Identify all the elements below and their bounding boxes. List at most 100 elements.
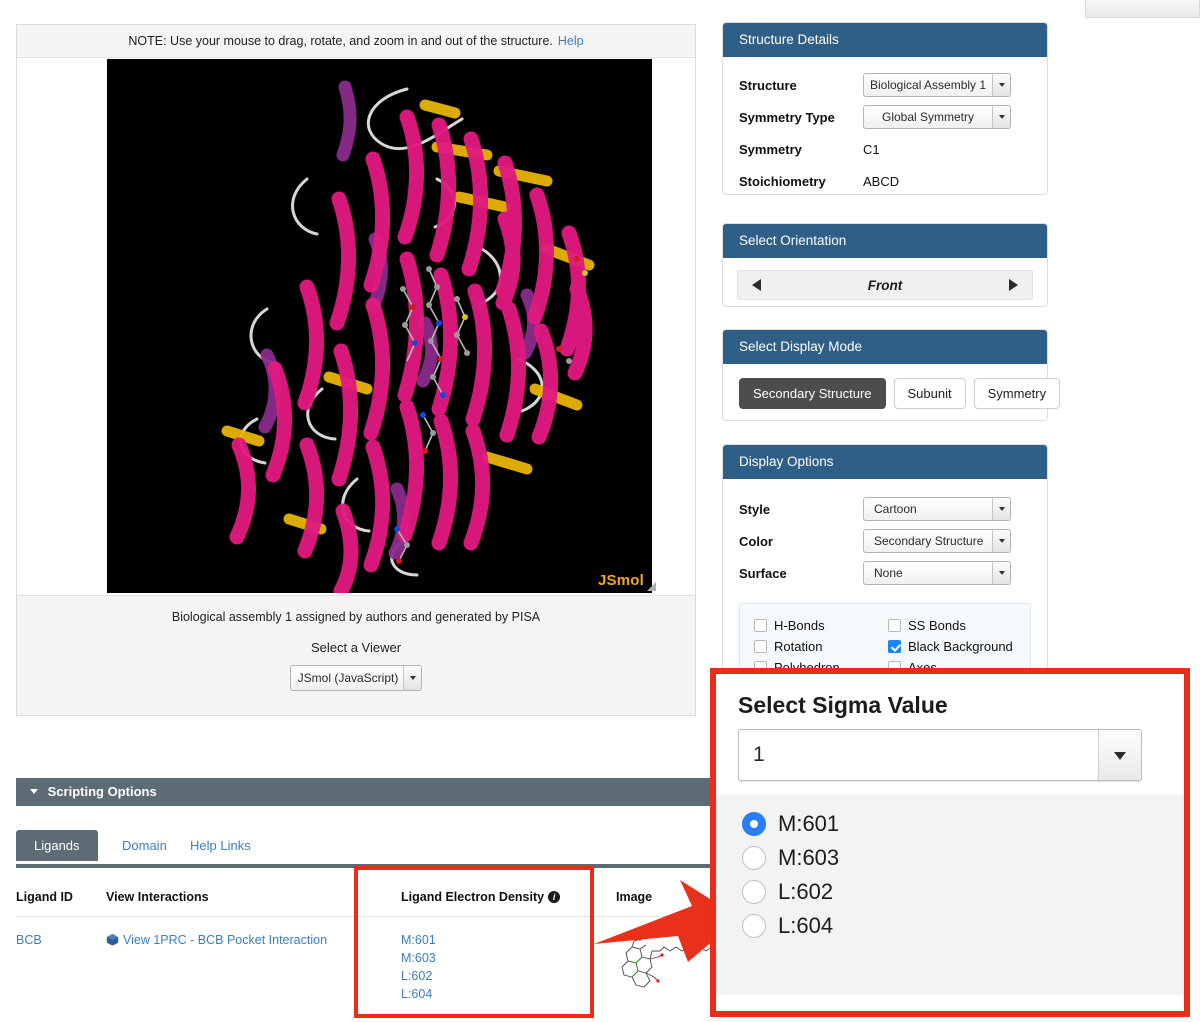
structure-select[interactable]: Biological Assembly 1 [863, 73, 1011, 97]
scripting-options-bar[interactable]: Scripting Options [16, 778, 760, 806]
symmetry-label: Symmetry [739, 141, 802, 157]
radio-option-m603[interactable]: M:603 [742, 845, 1184, 871]
stoichiometry-row: Stoichiometry ABCD [739, 167, 1031, 195]
select-orientation-header: Select Orientation [723, 224, 1047, 258]
electron-density-link-l602[interactable]: L:602 [401, 969, 432, 983]
structure-details-panel: Structure Details Structure Biological A… [722, 22, 1048, 195]
tab-domain[interactable]: Domain [116, 830, 173, 861]
display-mode-subunit-button[interactable]: Subunit [893, 378, 966, 409]
structure-row: Structure Biological Assembly 1 [739, 71, 1031, 99]
radio-option-l602[interactable]: L:602 [742, 879, 1184, 905]
chevron-down-icon [30, 789, 38, 794]
select-viewer-label: Select a Viewer [310, 640, 402, 655]
checkbox-h-bonds-label: H-Bonds [774, 618, 825, 633]
structure-details-header: Structure Details [723, 23, 1047, 57]
display-mode-secondary-structure-button[interactable]: Secondary Structure [739, 378, 886, 409]
cell-view-interactions: View 1PRC - BCB Pocket Interaction [106, 933, 401, 1005]
radio-option-m601-label: M:601 [778, 811, 840, 836]
viewer-help-link[interactable]: Help [558, 34, 584, 48]
orientation-current-value: Front [867, 277, 903, 293]
style-row: Style Cartoon [739, 493, 1031, 525]
info-icon[interactable]: i [548, 891, 561, 903]
checkbox-ss-bonds[interactable]: SS Bonds [888, 618, 1020, 633]
style-select[interactable]: Cartoon [863, 497, 1011, 521]
sigma-value-select[interactable]: 1 [738, 729, 1142, 781]
ligand-id-link[interactable]: BCB [16, 933, 42, 947]
radio-option-l604[interactable]: L:604 [742, 913, 1184, 939]
checkbox-icon[interactable] [754, 619, 767, 632]
viewer-resize-handle[interactable] [646, 581, 656, 591]
pocket-interaction-link[interactable]: View 1PRC - BCB Pocket Interaction [123, 933, 327, 947]
symmetry-type-select[interactable]: Global Symmetry [863, 105, 1011, 129]
chevron-down-icon [1098, 730, 1141, 780]
jsmol-watermark: JSmol [597, 572, 644, 589]
checkbox-checked-icon[interactable] [888, 640, 901, 653]
chevron-down-icon [992, 106, 1010, 128]
structure-label: Structure [739, 77, 797, 93]
style-select-value: Cartoon [874, 502, 917, 516]
surface-label: Surface [739, 565, 787, 581]
orientation-prev-arrow-icon[interactable] [752, 279, 761, 291]
column-header-ligand-id: Ligand ID [16, 890, 73, 904]
stoichiometry-label: Stoichiometry [739, 173, 826, 189]
checkbox-rotation[interactable]: Rotation [754, 639, 888, 654]
ligand-tabs: Ligands Domain Help Links [16, 822, 760, 870]
top-right-partial-control [1085, 0, 1200, 18]
ligand-table-header-row: Ligand ID View Interactions Ligand Elect… [16, 876, 760, 917]
symmetry-type-select-value: Global Symmetry [881, 110, 975, 124]
sigma-ligand-radio-list: M:601 M:603 L:602 L:604 [716, 795, 1184, 995]
surface-select-value: None [874, 566, 903, 580]
checkbox-h-bonds[interactable]: H-Bonds [754, 618, 888, 633]
radio-icon[interactable] [742, 914, 766, 938]
stoichiometry-value: ABCD [863, 173, 900, 189]
tabs-underline [16, 864, 760, 868]
scripting-options-label: Scripting Options [47, 784, 157, 799]
display-mode-buttons: Secondary Structure Subunit Symmetry [723, 364, 1061, 425]
radio-selected-icon[interactable] [742, 812, 766, 836]
symmetry-value: C1 [863, 141, 880, 157]
jsmol-3d-canvas[interactable]: JSmol [107, 59, 652, 593]
checkbox-icon[interactable] [888, 619, 901, 632]
symmetry-type-row: Symmetry Type Global Symmetry [739, 103, 1031, 131]
checkbox-icon[interactable] [754, 640, 767, 653]
select-sigma-value-popup: Select Sigma Value 1 M:601 M:603 L:602 L… [710, 668, 1190, 1017]
cell-ligand-id: BCB [16, 933, 106, 1005]
column-header-ligand-electron-density: Ligand Electron Density i [401, 890, 616, 904]
color-select[interactable]: Secondary Structure [863, 529, 1011, 553]
display-options-header: Display Options [723, 445, 1047, 479]
viewer-select[interactable]: JSmol (JavaScript) [290, 665, 422, 691]
display-options-panel: Display Options Style Cartoon Color Seco… [722, 444, 1048, 694]
sigma-popup-top: Select Sigma Value 1 [716, 674, 1184, 795]
page-root: NOTE: Use your mouse to drag, rotate, an… [0, 0, 1200, 1022]
checkbox-ss-bonds-label: SS Bonds [908, 618, 966, 633]
radio-option-m603-label: M:603 [778, 845, 840, 870]
surface-select[interactable]: None [863, 561, 1011, 585]
radio-option-m601[interactable]: M:601 [742, 811, 1184, 837]
color-label: Color [739, 533, 773, 549]
protein-structure-render [107, 59, 652, 593]
structure-viewer-card: NOTE: Use your mouse to drag, rotate, an… [16, 24, 696, 716]
viewer-note-text: NOTE: Use your mouse to drag, rotate, an… [128, 34, 553, 48]
display-mode-symmetry-button[interactable]: Symmetry [973, 378, 1061, 409]
radio-icon[interactable] [742, 880, 766, 904]
electron-density-link-l604[interactable]: L:604 [401, 987, 432, 1001]
style-label: Style [739, 501, 771, 517]
electron-density-link-m603[interactable]: M:603 [401, 951, 436, 965]
radio-option-l604-label: L:604 [778, 913, 834, 938]
column-header-ligand-electron-density-label: Ligand Electron Density [401, 890, 545, 904]
electron-density-link-m601[interactable]: M:601 [401, 933, 436, 947]
orientation-next-arrow-icon[interactable] [1009, 279, 1018, 291]
tab-ligands[interactable]: Ligands [16, 830, 98, 861]
select-orientation-panel: Select Orientation Front [722, 223, 1048, 307]
checkbox-black-background[interactable]: Black Background [888, 639, 1020, 654]
symmetry-row: Symmetry C1 [739, 135, 1031, 163]
tab-help-links[interactable]: Help Links [184, 830, 257, 861]
structure-details-body: Structure Biological Assembly 1 Symmetry… [723, 57, 1047, 211]
select-display-mode-panel: Select Display Mode Secondary Structure … [722, 329, 1061, 421]
table-row: BCB View 1PRC - BCB Pocket Interaction M… [16, 917, 760, 1005]
chevron-down-icon [992, 562, 1010, 584]
assembly-caption: Biological assembly 1 assigned by author… [171, 610, 541, 624]
radio-icon[interactable] [742, 846, 766, 870]
cell-electron-density: M:601 M:603 L:602 L:604 [401, 933, 616, 1005]
chevron-down-icon [403, 666, 421, 690]
